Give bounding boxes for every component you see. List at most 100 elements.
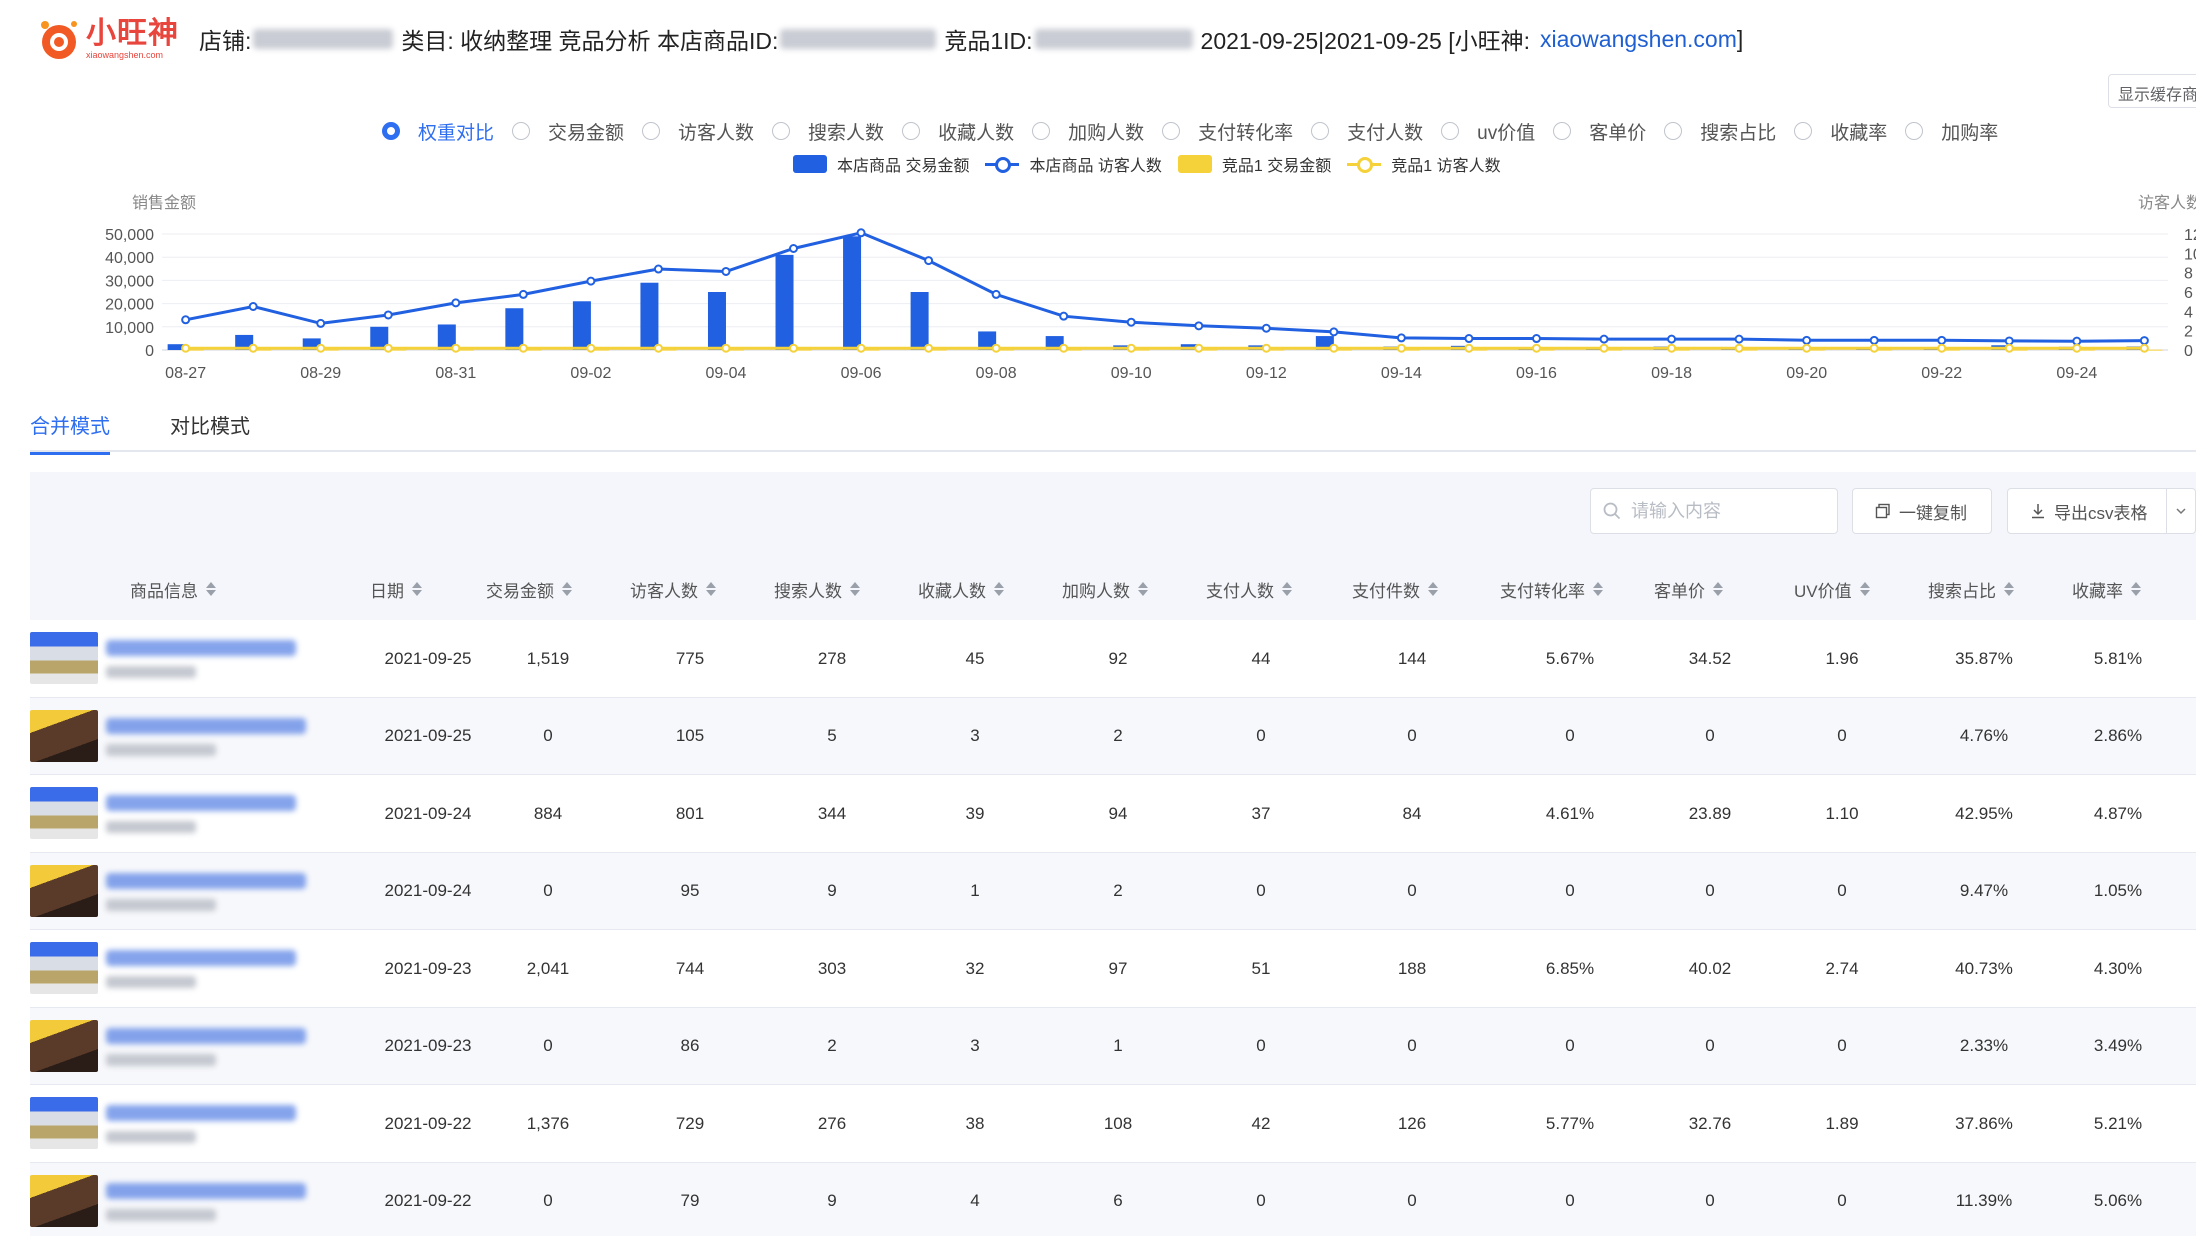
product-title-redacted[interactable] <box>106 950 296 966</box>
product-title-redacted[interactable] <box>106 795 296 811</box>
tab-compare-mode[interactable]: 对比模式 <box>170 410 250 451</box>
product-title-redacted[interactable] <box>106 717 306 734</box>
column-header-6[interactable]: 加购人数 <box>1062 564 1148 614</box>
column-header-0[interactable]: 商品信息 <box>130 564 216 614</box>
metric-radio-0[interactable]: 权重对比 <box>382 118 494 145</box>
split-divider <box>2165 488 2167 534</box>
show-cache-button[interactable]: 显示缓存商品 <box>2108 74 2196 108</box>
metric-radio-7[interactable]: 支付人数 <box>1311 118 1423 145</box>
metric-radio-3[interactable]: 搜索人数 <box>772 118 884 145</box>
metric-radio-2[interactable]: 访客人数 <box>642 118 754 145</box>
rival-item-id-redacted <box>1034 29 1193 49</box>
metric-radio-6[interactable]: 支付转化率 <box>1162 118 1293 145</box>
column-header-13[interactable]: 收藏率 <box>2072 564 2141 614</box>
metric-radio-8[interactable]: uv价值 <box>1441 118 1535 145</box>
product-thumbnail[interactable] <box>30 942 98 994</box>
sort-icon[interactable] <box>1713 582 1723 596</box>
sort-icon[interactable] <box>2004 582 2014 596</box>
column-header-5[interactable]: 收藏人数 <box>918 564 1004 614</box>
table-cell: 188 <box>1397 958 1427 978</box>
column-header-10[interactable]: 客单价 <box>1654 564 1723 614</box>
sort-icon[interactable] <box>706 582 716 596</box>
column-header-11[interactable]: UV价值 <box>1794 564 1870 614</box>
metric-radio-label: 支付转化率 <box>1198 122 1294 144</box>
table-row[interactable]: 2021-09-24 884 801 344 39 94 37 84 4.61% 23.89 1.1… <box>30 775 2196 853</box>
product-thumbnail[interactable] <box>30 787 98 839</box>
sort-icon[interactable] <box>2131 582 2141 596</box>
column-header-9[interactable]: 支付转化率 <box>1500 564 1603 614</box>
sort-icon[interactable] <box>206 582 216 596</box>
column-header-1[interactable]: 日期 <box>370 564 422 614</box>
metric-radio-12[interactable]: 加购率 <box>1905 118 1998 145</box>
column-header-4[interactable]: 搜索人数 <box>774 564 860 614</box>
column-header-8[interactable]: 支付件数 <box>1352 564 1438 614</box>
table-cell: 23.89 <box>1688 803 1732 823</box>
table-cell: 37 <box>1251 803 1271 823</box>
sort-icon[interactable] <box>412 582 422 596</box>
product-thumbnail[interactable] <box>30 1097 98 1149</box>
column-header-3[interactable]: 访客人数 <box>630 564 716 614</box>
metric-radio-11[interactable]: 收藏率 <box>1794 118 1887 145</box>
table-row[interactable]: 2021-09-25 1,519 775 278 45 92 44 144 5.67% 34.52… <box>30 620 2196 698</box>
product-thumbnail[interactable] <box>30 709 98 762</box>
column-header-7[interactable]: 支付人数 <box>1206 564 1292 614</box>
point-rival-visitors <box>1059 343 1069 353</box>
product-title-redacted[interactable] <box>106 1027 306 1044</box>
mode-tabs: 合并模式 对比模式 <box>30 404 2196 455</box>
legend-item-2[interactable]: 竞品1 交易金额 <box>1177 152 1331 176</box>
sort-icon[interactable] <box>1282 582 1292 596</box>
sort-icon[interactable] <box>1428 582 1438 596</box>
metric-radio-10[interactable]: 搜索占比 <box>1664 118 1776 145</box>
metric-radio-5[interactable]: 加购人数 <box>1032 118 1144 145</box>
download-icon <box>2032 504 2044 519</box>
copy-all-button[interactable]: 一键复制 <box>1852 488 1992 534</box>
column-header-2[interactable]: 交易金额 <box>486 564 572 614</box>
legend-item-0[interactable]: 本店商品 交易金额 <box>793 152 969 176</box>
chevron-down-icon[interactable] <box>2175 505 2187 517</box>
table-body: 2021-09-25 1,519 775 278 45 92 44 144 5.67% 34.52… <box>30 620 2196 1236</box>
sort-icon[interactable] <box>850 582 860 596</box>
table-cell: 1.05% <box>2093 881 2143 900</box>
product-title-redacted[interactable] <box>106 1182 306 1199</box>
column-header-12[interactable]: 搜索占比 <box>1928 564 2014 614</box>
y-tick-label: 0 <box>145 343 154 360</box>
product-title-redacted[interactable] <box>106 1105 296 1121</box>
column-header-label: 商品信息 <box>130 581 198 601</box>
metric-radio-9[interactable]: 客单价 <box>1553 118 1646 145</box>
site-link[interactable]: xiaowangshen.com <box>1540 26 1737 53</box>
export-csv-button[interactable]: 导出csv表格 <box>2007 488 2196 534</box>
point-own-visitors <box>1329 327 1339 337</box>
table-row[interactable]: 2021-09-24 0 95 9 1 2 0 0 0 0 0 9.47% 1.05% <box>30 852 2196 930</box>
point-rival-visitors <box>1329 343 1339 353</box>
sort-icon[interactable] <box>562 582 572 596</box>
sort-icon[interactable] <box>1138 582 1148 596</box>
metric-radio-1[interactable]: 交易金额 <box>512 118 624 145</box>
point-own-visitors <box>1194 321 1204 331</box>
product-thumbnail[interactable] <box>30 1174 98 1227</box>
product-title-redacted[interactable] <box>106 872 306 889</box>
sort-icon[interactable] <box>1593 582 1603 596</box>
product-thumbnail[interactable] <box>30 632 98 684</box>
table-cell: 9 <box>827 1191 837 1210</box>
search-box[interactable] <box>1590 488 1838 534</box>
sort-icon[interactable] <box>994 582 1004 596</box>
sort-icon[interactable] <box>1859 582 1870 596</box>
table-row[interactable]: 2021-09-22 1,376 729 276 38 108 42 126 5.77% 32.7… <box>30 1085 2196 1163</box>
product-thumbnail[interactable] <box>30 864 98 917</box>
search-input[interactable] <box>1631 500 1821 522</box>
table-cell: 0 <box>1837 1036 1847 1055</box>
table-row[interactable]: 2021-09-23 0 86 2 3 1 0 0 0 0 0 2.33% 3.49% <box>30 1007 2196 1085</box>
product-thumbnail[interactable] <box>30 1019 98 1072</box>
legend-item-1[interactable]: 本店商品 访客人数 <box>985 152 1162 176</box>
legend-item-3[interactable]: 竞品1 访客人数 <box>1347 152 1501 176</box>
table-row[interactable]: 2021-09-25 0 105 5 3 2 0 0 0 0 0 4.76% 2.86% <box>30 697 2196 775</box>
table-row[interactable]: 2021-09-23 2,041 744 303 32 97 51 188 6.85% 40.02… <box>30 930 2196 1008</box>
table-cell: 4.87% <box>2093 803 2143 823</box>
product-title-redacted[interactable] <box>106 640 296 656</box>
tab-merge-mode[interactable]: 合并模式 <box>30 410 110 455</box>
radio-dot-icon <box>902 122 921 140</box>
table-row[interactable]: 2021-09-22 0 79 9 4 6 0 0 0 0 0 11.39% 5.06% <box>30 1162 2196 1236</box>
metric-radio-4[interactable]: 收藏人数 <box>902 118 1014 145</box>
chart-legend: 本店商品 交易金额 本店商品 访客人数 竞品1 交易金额 竞品1 访客人数 <box>793 152 1517 176</box>
y-tick-label: 30,000 <box>105 273 154 290</box>
